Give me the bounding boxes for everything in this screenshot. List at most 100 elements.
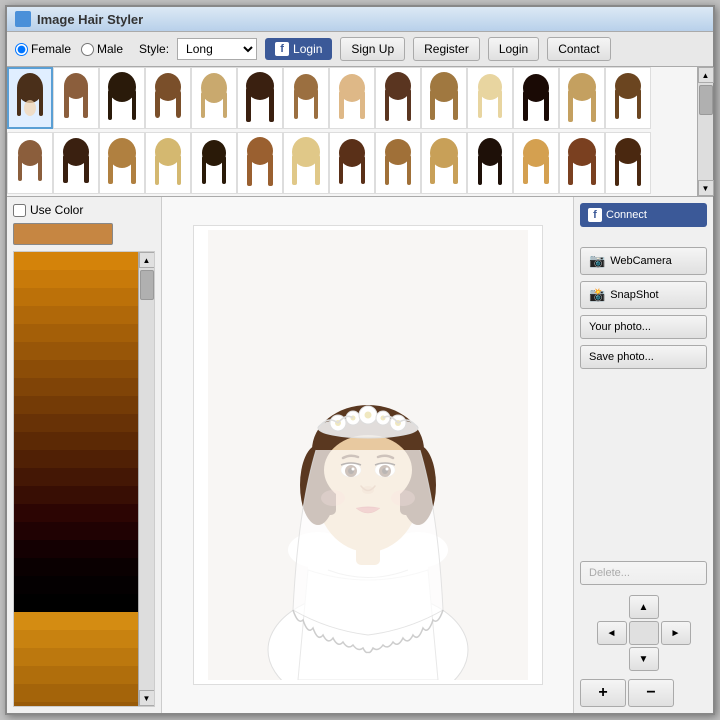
color-strip[interactable] bbox=[14, 342, 138, 360]
fb-connect-button[interactable]: f Connect bbox=[580, 203, 707, 227]
hair-thumb[interactable] bbox=[53, 132, 99, 194]
hair-thumb[interactable] bbox=[237, 132, 283, 194]
color-preview[interactable] bbox=[13, 223, 113, 245]
hair-thumb[interactable] bbox=[329, 67, 375, 129]
your-photo-label: Your photo... bbox=[589, 321, 651, 333]
webcamera-label: WebCamera bbox=[610, 255, 672, 267]
color-strip[interactable] bbox=[14, 324, 138, 342]
nav-up-button[interactable]: ▲ bbox=[629, 595, 659, 619]
window-title: Image Hair Styler bbox=[37, 12, 143, 27]
palette-scroll-down[interactable]: ▼ bbox=[139, 690, 155, 706]
style-select[interactable]: Long Short Medium Curly bbox=[177, 38, 257, 60]
color-strip[interactable] bbox=[14, 684, 138, 702]
color-strip[interactable] bbox=[14, 540, 138, 558]
scroll-up-arrow[interactable]: ▲ bbox=[698, 67, 714, 83]
color-strip[interactable] bbox=[14, 378, 138, 396]
hair-thumb[interactable] bbox=[145, 132, 191, 194]
color-strip[interactable] bbox=[14, 630, 138, 648]
snapshot-label: SnapShot bbox=[610, 289, 658, 301]
hair-thumb[interactable] bbox=[53, 67, 99, 129]
color-strip[interactable] bbox=[14, 432, 138, 450]
nav-row-top: ▲ bbox=[629, 595, 659, 619]
color-strip[interactable] bbox=[14, 648, 138, 666]
hair-thumb[interactable] bbox=[559, 67, 605, 129]
hair-grid-scrollbar[interactable]: ▲ ▼ bbox=[697, 67, 713, 196]
color-strip[interactable] bbox=[14, 594, 138, 612]
save-photo-button[interactable]: Save photo... bbox=[580, 345, 707, 369]
hair-thumb[interactable] bbox=[191, 67, 237, 129]
scroll-down-arrow[interactable]: ▼ bbox=[698, 180, 714, 196]
nav-row-bottom: ▼ bbox=[629, 647, 659, 671]
zoom-out-button[interactable]: − bbox=[628, 679, 674, 707]
nav-row-middle: ◄ ► bbox=[597, 621, 691, 645]
zoom-in-button[interactable]: + bbox=[580, 679, 626, 707]
delete-button[interactable]: Delete... bbox=[580, 561, 707, 585]
center-panel bbox=[162, 197, 573, 713]
hair-thumb[interactable] bbox=[329, 132, 375, 194]
contact-button[interactable]: Contact bbox=[547, 37, 610, 61]
hair-thumb[interactable] bbox=[375, 132, 421, 194]
hair-thumb[interactable] bbox=[191, 132, 237, 194]
color-strip[interactable] bbox=[14, 504, 138, 522]
female-radio-label[interactable]: Female bbox=[15, 42, 71, 56]
hair-thumb[interactable] bbox=[237, 67, 283, 129]
color-strip[interactable] bbox=[14, 306, 138, 324]
hair-thumb[interactable] bbox=[559, 132, 605, 194]
hair-thumb[interactable] bbox=[421, 132, 467, 194]
bride-illustration bbox=[208, 230, 528, 680]
hair-thumb[interactable] bbox=[283, 132, 329, 194]
female-label: Female bbox=[31, 42, 71, 56]
hair-thumb[interactable] bbox=[605, 132, 651, 194]
color-strip[interactable] bbox=[14, 396, 138, 414]
hair-thumb[interactable] bbox=[7, 67, 53, 129]
color-strip[interactable] bbox=[14, 450, 138, 468]
color-strip[interactable] bbox=[14, 486, 138, 504]
male-radio[interactable] bbox=[81, 43, 94, 56]
hair-thumb[interactable] bbox=[605, 67, 651, 129]
nav-center bbox=[629, 621, 659, 645]
hair-thumb[interactable] bbox=[99, 132, 145, 194]
palette-scrollbar[interactable]: ▲ ▼ bbox=[138, 252, 154, 706]
color-strip[interactable] bbox=[14, 702, 138, 706]
color-strip[interactable] bbox=[14, 522, 138, 540]
webcamera-button[interactable]: 📷 WebCamera bbox=[580, 247, 707, 275]
hair-thumb[interactable] bbox=[467, 132, 513, 194]
color-strip[interactable] bbox=[14, 252, 138, 270]
color-strip[interactable] bbox=[14, 270, 138, 288]
fb-login-button[interactable]: f Login bbox=[265, 38, 332, 60]
hair-thumb[interactable] bbox=[283, 67, 329, 129]
nav-right-button[interactable]: ► bbox=[661, 621, 691, 645]
hair-thumb[interactable] bbox=[513, 67, 559, 129]
palette-scroll-up[interactable]: ▲ bbox=[139, 252, 155, 268]
signup-button[interactable]: Sign Up bbox=[340, 37, 405, 61]
register-button[interactable]: Register bbox=[413, 37, 480, 61]
palette-scroll-thumb[interactable] bbox=[140, 270, 154, 300]
fb-connect-icon: f bbox=[588, 208, 602, 222]
female-radio[interactable] bbox=[15, 43, 28, 56]
hair-thumb[interactable] bbox=[421, 67, 467, 129]
hair-thumb[interactable] bbox=[467, 67, 513, 129]
male-radio-label[interactable]: Male bbox=[81, 42, 123, 56]
color-strip[interactable] bbox=[14, 288, 138, 306]
login-button[interactable]: Login bbox=[488, 37, 539, 61]
hair-thumb[interactable] bbox=[99, 67, 145, 129]
color-strip[interactable] bbox=[14, 468, 138, 486]
hair-thumb[interactable] bbox=[513, 132, 559, 194]
color-strip[interactable] bbox=[14, 558, 138, 576]
your-photo-button[interactable]: Your photo... bbox=[580, 315, 707, 339]
color-palette: ▲ ▼ bbox=[13, 251, 155, 707]
use-color-row: Use Color bbox=[13, 203, 155, 217]
color-strip[interactable] bbox=[14, 666, 138, 684]
hair-thumb[interactable] bbox=[145, 67, 191, 129]
hair-thumb[interactable] bbox=[375, 67, 421, 129]
scroll-thumb[interactable] bbox=[699, 85, 713, 115]
hair-thumb[interactable] bbox=[7, 132, 53, 194]
color-strip[interactable] bbox=[14, 576, 138, 594]
snapshot-button[interactable]: 📸 SnapShot bbox=[580, 281, 707, 309]
use-color-checkbox[interactable] bbox=[13, 204, 26, 217]
nav-down-button[interactable]: ▼ bbox=[629, 647, 659, 671]
nav-left-button[interactable]: ◄ bbox=[597, 621, 627, 645]
color-strip[interactable] bbox=[14, 360, 138, 378]
color-strip[interactable] bbox=[14, 612, 138, 630]
color-strip[interactable] bbox=[14, 414, 138, 432]
